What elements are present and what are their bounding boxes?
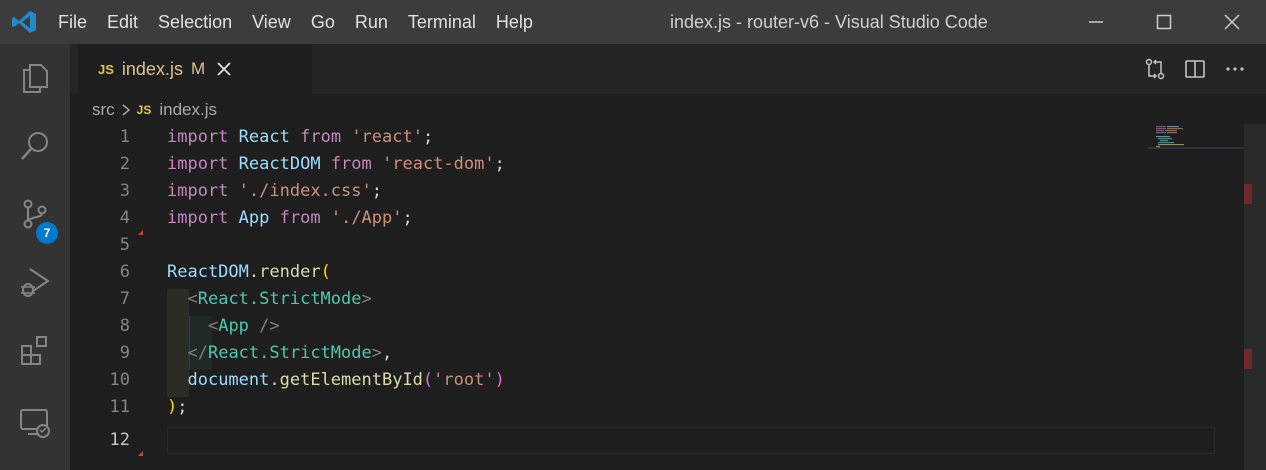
menu-selection[interactable]: Selection bbox=[148, 0, 242, 44]
line-number: 5 bbox=[119, 235, 130, 255]
code-line: 7 <React.StrictMode> bbox=[70, 286, 1146, 313]
run-debug-button[interactable] bbox=[0, 248, 70, 316]
editor-actions bbox=[1142, 44, 1248, 94]
split-editor-button[interactable] bbox=[1182, 56, 1208, 82]
breadcrumb-file[interactable]: index.js bbox=[159, 100, 217, 120]
menu-edit[interactable]: Edit bbox=[97, 0, 148, 44]
compare-changes-icon bbox=[1145, 58, 1165, 80]
code-line: 6 ReactDOM.render( bbox=[70, 259, 1146, 286]
window-controls bbox=[1062, 0, 1266, 44]
line-number: 8 bbox=[119, 316, 130, 336]
line-number: 9 bbox=[119, 343, 130, 363]
menu-view[interactable]: View bbox=[242, 0, 301, 44]
scrollbar-marker bbox=[1244, 184, 1252, 204]
menu-terminal[interactable]: Terminal bbox=[398, 0, 486, 44]
minimize-icon bbox=[1089, 21, 1103, 23]
remote-explorer-icon bbox=[20, 409, 50, 438]
code-line: 10 document.getElementById('root') bbox=[70, 367, 1146, 394]
close-icon bbox=[1224, 14, 1240, 30]
tab-index-js[interactable]: JS index.js M bbox=[78, 44, 312, 94]
code-editor[interactable]: 1 import React from 'react'; 2 import Re… bbox=[70, 124, 1246, 470]
tab-label: index.js bbox=[121, 58, 183, 79]
line-number: 2 bbox=[119, 154, 130, 174]
code-line: 12 bbox=[70, 427, 1146, 454]
menu-file[interactable]: File bbox=[48, 0, 97, 44]
vscode-logo-icon bbox=[0, 0, 48, 44]
menu-bar: File Edit Selection View Go Run Terminal… bbox=[48, 0, 543, 44]
menu-go[interactable]: Go bbox=[301, 0, 345, 44]
diff-marker bbox=[138, 230, 143, 235]
search-icon bbox=[21, 132, 48, 160]
line-number: 1 bbox=[119, 127, 130, 147]
title-bar: File Edit Selection View Go Run Terminal… bbox=[0, 0, 1266, 44]
code-line: 8 <App /> bbox=[70, 313, 1146, 340]
js-file-icon: JS bbox=[98, 61, 114, 77]
ellipsis-icon bbox=[1226, 67, 1244, 71]
minimize-button[interactable] bbox=[1062, 0, 1130, 44]
run-debug-icon bbox=[21, 268, 50, 297]
maximize-icon bbox=[1156, 14, 1172, 30]
code-line: 4 import App from './App'; bbox=[70, 205, 1146, 232]
modified-indicator: M bbox=[190, 59, 206, 78]
line-number: 3 bbox=[119, 181, 130, 201]
chevron-right-icon bbox=[121, 103, 131, 117]
breadcrumb-folder[interactable]: src bbox=[92, 100, 115, 120]
maximize-button[interactable] bbox=[1130, 0, 1198, 44]
extensions-button[interactable] bbox=[0, 316, 70, 384]
remote-explorer-button[interactable] bbox=[0, 389, 70, 457]
search-button[interactable] bbox=[0, 112, 70, 180]
vertical-scrollbar[interactable] bbox=[1244, 124, 1266, 470]
activity-bar: 7 bbox=[0, 44, 70, 470]
js-file-icon: JS bbox=[136, 103, 152, 117]
tab-close-button[interactable] bbox=[217, 62, 231, 76]
line-number: 12 bbox=[109, 430, 130, 450]
minimap[interactable] bbox=[1148, 124, 1244, 154]
line-number: 10 bbox=[109, 370, 130, 390]
extensions-icon bbox=[21, 336, 47, 365]
close-icon bbox=[217, 62, 231, 76]
tab-bar: JS index.js M bbox=[70, 44, 1266, 94]
code-line: 5 bbox=[70, 232, 1146, 259]
line-number: 4 bbox=[119, 208, 130, 228]
menu-run[interactable]: Run bbox=[345, 0, 398, 44]
explorer-icon bbox=[23, 64, 48, 93]
line-number: 7 bbox=[119, 289, 130, 309]
source-control-badge: 7 bbox=[36, 222, 58, 244]
more-actions-button[interactable] bbox=[1222, 56, 1248, 82]
code-line: 1 import React from 'react'; bbox=[70, 124, 1146, 151]
menu-help[interactable]: Help bbox=[486, 0, 543, 44]
breadcrumb: src JS index.js bbox=[92, 96, 217, 124]
code-line: 9 </React.StrictMode>, bbox=[70, 340, 1146, 367]
scrollbar-marker bbox=[1244, 349, 1252, 369]
diff-marker bbox=[138, 451, 143, 456]
source-control-button[interactable]: 7 bbox=[0, 180, 70, 248]
line-number: 6 bbox=[119, 262, 130, 282]
close-window-button[interactable] bbox=[1198, 0, 1266, 44]
open-changes-button[interactable] bbox=[1142, 56, 1168, 82]
code-line: 11 ); bbox=[70, 394, 1146, 421]
code-line: 3 import './index.css'; bbox=[70, 178, 1146, 205]
code-line: 2 import ReactDOM from 'react-dom'; bbox=[70, 151, 1146, 178]
explorer-button[interactable] bbox=[0, 44, 70, 112]
line-number: 11 bbox=[109, 397, 130, 417]
split-editor-icon bbox=[1185, 60, 1205, 78]
